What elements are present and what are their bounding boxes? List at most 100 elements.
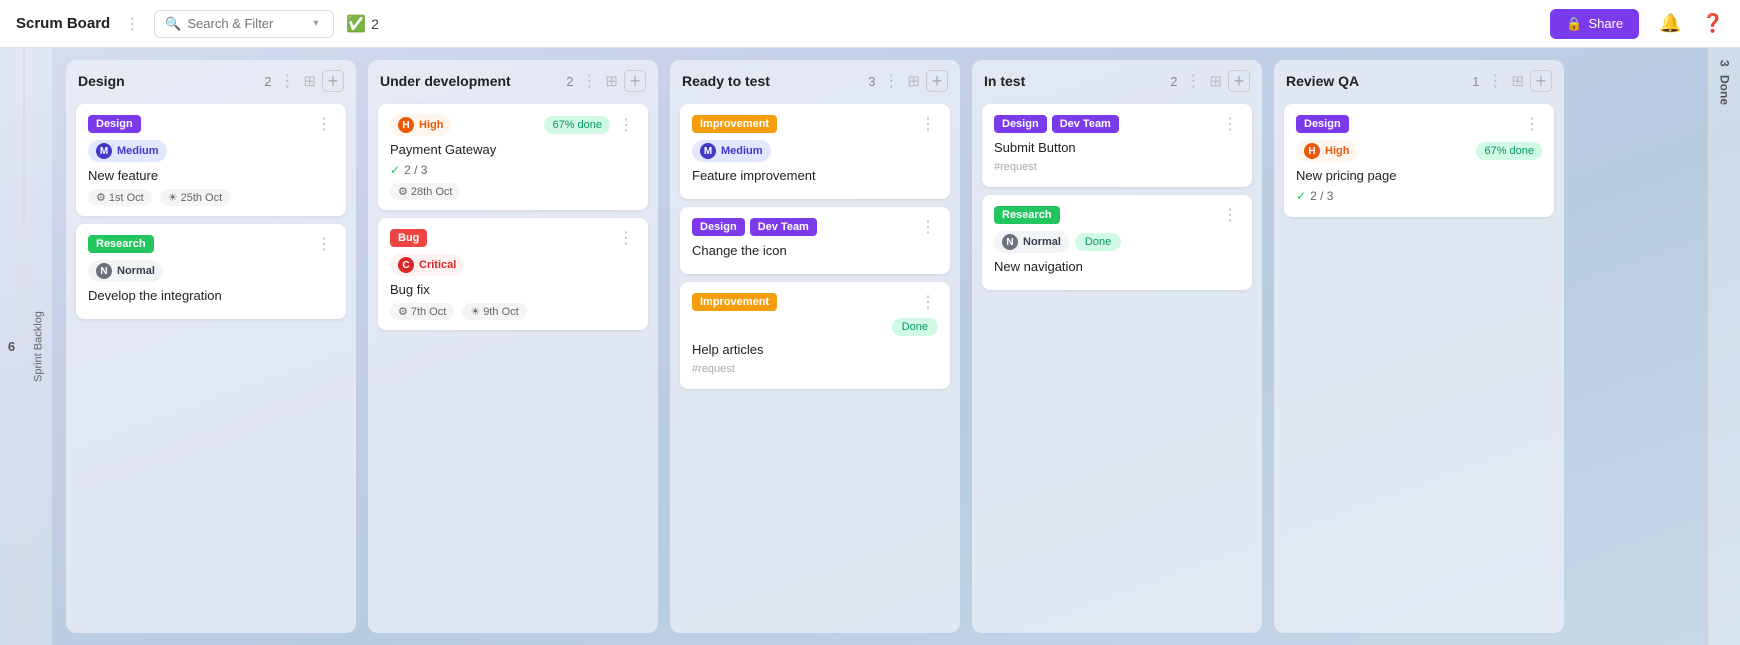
card-ud-payment-menu[interactable]: ⋮: [616, 115, 636, 135]
column-ud-header: Under development 2 ⋮ ⊞ +: [368, 60, 658, 100]
card-ud-bug-fix: Bug ⋮ C Critical Bug fix ⚙ 7th Oct ☀ 9th…: [378, 218, 648, 330]
card-design-develop-integration: Research ⋮ N Normal Develop the integrat…: [76, 224, 346, 319]
chevron-down-icon: ▾: [313, 18, 318, 29]
column-rqa-count: 1: [1472, 74, 1479, 89]
card-design-new-feature-title: New feature: [88, 168, 334, 183]
card-it-nav-title: New navigation: [994, 259, 1240, 274]
tag-dev-team-rtt: Dev Team: [750, 218, 817, 236]
badge-medium-rtt: M Medium: [692, 140, 771, 162]
done-count: 3: [1718, 60, 1732, 67]
search-input[interactable]: [187, 16, 307, 31]
card-design-new-feature: Design ⋮ M Medium New feature ⚙ 1st Oct …: [76, 104, 346, 216]
card-design-develop-menu[interactable]: ⋮: [314, 234, 334, 254]
column-design-menu-icon[interactable]: ⋮: [277, 71, 297, 91]
column-ud-grid-icon[interactable]: ⊞: [605, 72, 618, 90]
progress-67-rqa: 67% done: [1476, 142, 1542, 160]
date-chip-start: ⚙ 1st Oct: [88, 189, 152, 206]
notifications-icon[interactable]: 🔔: [1659, 13, 1681, 34]
letter-h-rqa-icon: H: [1304, 143, 1320, 159]
header: Scrum Board ⋮ 🔍 ▾ ✅ 2 🔒 Share 🔔 ❓: [0, 0, 1740, 48]
column-design-add-button[interactable]: +: [322, 70, 344, 92]
card-rtt-change-icon: Design Dev Team ⋮ Change the icon: [680, 207, 950, 274]
tag-design: Design: [88, 115, 141, 133]
tag-improvement-rtt2: Improvement: [692, 293, 777, 311]
column-design-grid-icon[interactable]: ⊞: [303, 72, 316, 90]
done-label: Done: [1718, 75, 1732, 105]
task-count-badge: ✅ 2: [346, 14, 379, 34]
column-rtt-title: Ready to test: [682, 73, 862, 89]
card-design-new-feature-menu[interactable]: ⋮: [314, 114, 334, 134]
column-ud-count: 2: [566, 74, 573, 89]
column-it-add-button[interactable]: +: [1228, 70, 1250, 92]
letter-n-icon: N: [96, 263, 112, 279]
column-ud-title: Under development: [380, 73, 560, 89]
check-icon: ✓: [390, 163, 400, 177]
tag-dev-team-it: Dev Team: [1052, 115, 1119, 133]
card-it-new-navigation: Research ⋮ N Normal Done New navigation: [982, 195, 1252, 290]
board-menu-icon[interactable]: ⋮: [122, 14, 142, 34]
column-ud-add-button[interactable]: +: [624, 70, 646, 92]
tag-design-it: Design: [994, 115, 1047, 133]
letter-m-rtt-icon: M: [700, 143, 716, 159]
card-it-nav-menu[interactable]: ⋮: [1220, 205, 1240, 225]
column-it-grid-icon[interactable]: ⊞: [1209, 72, 1222, 90]
column-it-header: In test 2 ⋮ ⊞ +: [972, 60, 1262, 100]
progress-67: 67% done: [544, 116, 610, 134]
column-under-development: Under development 2 ⋮ ⊞ + H High 67% don…: [368, 60, 658, 633]
card-ud-bug-title: Bug fix: [390, 282, 636, 297]
card-it-submit-menu[interactable]: ⋮: [1220, 114, 1240, 134]
card-rtt-help-menu[interactable]: ⋮: [918, 292, 938, 312]
board-title: Scrum Board: [16, 15, 110, 32]
column-rtt-count: 3: [868, 74, 875, 89]
column-ud-menu-icon[interactable]: ⋮: [579, 71, 599, 91]
sprint-backlog-label: Sprint Backlog: [24, 48, 52, 645]
card-rtt-icon-menu[interactable]: ⋮: [918, 217, 938, 237]
card-rtt-help-title: Help articles: [692, 342, 938, 357]
column-design-count: 2: [264, 74, 271, 89]
column-it-menu-icon[interactable]: ⋮: [1183, 71, 1203, 91]
column-review-qa: Review QA 1 ⋮ ⊞ + Design ⋮ H High: [1274, 60, 1564, 633]
badge-high: H High: [390, 114, 451, 136]
column-it-count: 2: [1170, 74, 1177, 89]
check-icon-rqa: ✓: [1296, 189, 1306, 203]
column-rtt-add-button[interactable]: +: [926, 70, 948, 92]
column-rqa-add-button[interactable]: +: [1530, 70, 1552, 92]
checklist-pricing: ✓ 2 / 3: [1296, 189, 1542, 203]
card-rtt-help-articles: Improvement ⋮ Done Help articles #reques…: [680, 282, 950, 389]
search-icon: 🔍: [165, 16, 181, 32]
badge-normal: N Normal: [88, 260, 163, 282]
card-rqa-pricing: Design ⋮ H High 67% done New pricing pag…: [1284, 104, 1554, 217]
letter-n-it-icon: N: [1002, 234, 1018, 250]
column-rqa-grid-icon[interactable]: ⊞: [1511, 72, 1524, 90]
card-it-submit-button: Design Dev Team ⋮ Submit Button #request: [982, 104, 1252, 187]
badge-high-rqa: H High: [1296, 140, 1357, 162]
badge-critical: C Critical: [390, 254, 464, 276]
column-ud-cards: H High 67% done ⋮ Payment Gateway ✓ 2 / …: [368, 100, 658, 340]
badge-normal-it: N Normal: [994, 231, 1069, 253]
badge-done-rtt: Done: [892, 318, 938, 336]
column-rqa-menu-icon[interactable]: ⋮: [1485, 71, 1505, 91]
tag-design-rtt: Design: [692, 218, 745, 236]
column-rtt-menu-icon[interactable]: ⋮: [881, 71, 901, 91]
done-column-label: 3 Done: [1708, 48, 1740, 645]
search-bar[interactable]: 🔍 ▾: [154, 10, 334, 38]
card-rtt-feature-menu[interactable]: ⋮: [918, 114, 938, 134]
column-rtt-header: Ready to test 3 ⋮ ⊞ +: [670, 60, 960, 100]
date-9oct: ☀ 9th Oct: [462, 303, 526, 320]
card-ud-bug-menu[interactable]: ⋮: [616, 228, 636, 248]
column-design-cards: Design ⋮ M Medium New feature ⚙ 1st Oct …: [66, 100, 356, 329]
card-design-develop-title: Develop the integration: [88, 288, 334, 303]
card-rqa-pricing-menu[interactable]: ⋮: [1522, 114, 1542, 134]
board-container: 6 Sprint Backlog Design 2 ⋮ ⊞ + Design: [0, 48, 1740, 645]
help-icon[interactable]: ❓: [1702, 13, 1724, 34]
tag-research-it: Research: [994, 206, 1060, 224]
lock-icon: 🔒: [1566, 16, 1582, 32]
column-it-cards: Design Dev Team ⋮ Submit Button #request…: [972, 100, 1262, 300]
tag-design-rqa: Design: [1296, 115, 1349, 133]
share-button[interactable]: 🔒 Share: [1550, 9, 1639, 39]
card-ud-payment-title: Payment Gateway: [390, 142, 636, 157]
column-rqa-header: Review QA 1 ⋮ ⊞ +: [1274, 60, 1564, 100]
column-rtt-grid-icon[interactable]: ⊞: [907, 72, 920, 90]
card-ud-bug-dates: ⚙ 7th Oct ☀ 9th Oct: [390, 303, 636, 320]
card-rtt-help-subtitle: #request: [692, 363, 938, 375]
